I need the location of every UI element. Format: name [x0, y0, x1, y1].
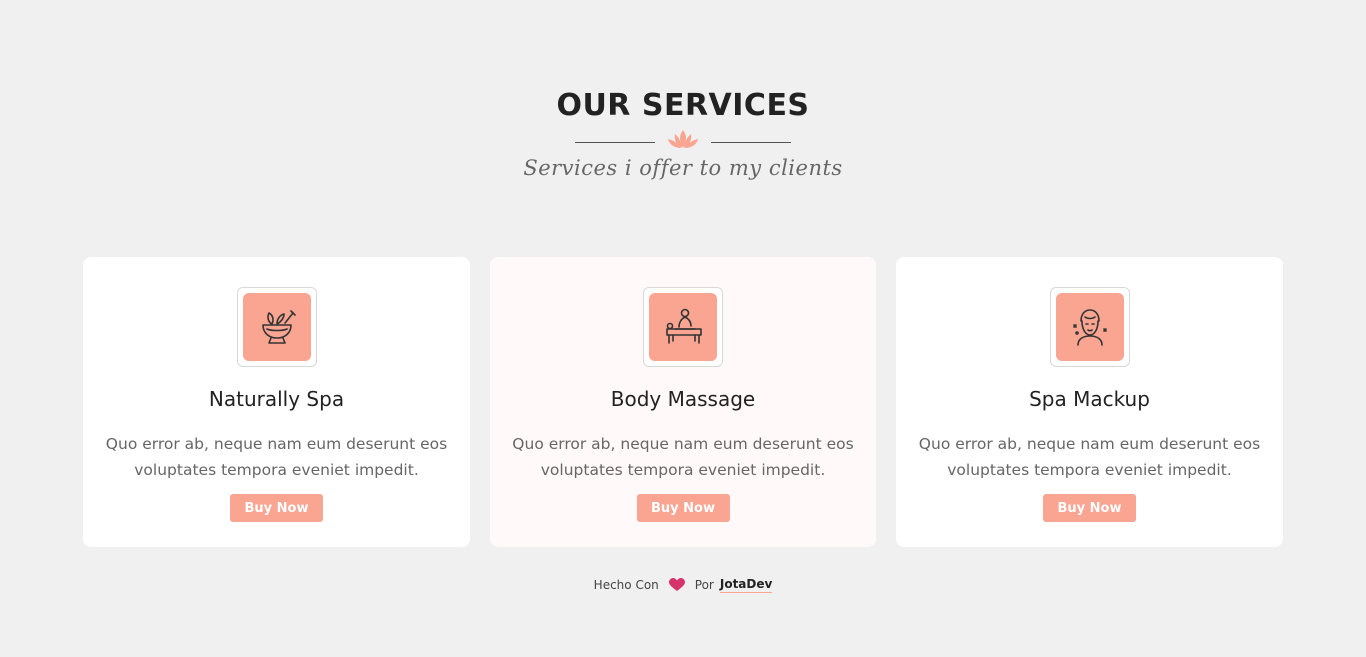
service-card-body-massage: Body Massage Quo error ab, neque nam eum… — [490, 257, 876, 547]
section-subtitle: Services i offer to my clients — [523, 156, 843, 180]
service-icon-frame — [1049, 287, 1130, 367]
heart-icon — [668, 578, 685, 592]
service-title: Naturally Spa — [208, 387, 345, 411]
service-description: Quo error ab, neque nam eum deserunt eos… — [918, 435, 1261, 479]
service-card-naturally-spa: Naturally Spa Quo error ab, neque nam eu… — [83, 257, 470, 547]
section-title: OUR SERVICES — [556, 88, 810, 123]
footer-by: Por — [694, 578, 714, 592]
title-divider — [0, 126, 1366, 152]
section-header: OUR SERVICES Services i offer to my clie… — [0, 86, 1366, 180]
service-description: Quo error ab, neque nam eum deserunt eos… — [512, 435, 854, 479]
service-description: Quo error ab, neque nam eum deserunt eos… — [105, 435, 448, 479]
buy-now-button[interactable]: Buy Now — [230, 494, 323, 522]
face-mask-icon — [1055, 293, 1124, 361]
footer: Hecho Con Por JotaDev — [0, 577, 1366, 593]
services-list: Naturally Spa Quo error ab, neque nam eu… — [83, 257, 1283, 547]
buy-now-button[interactable]: Buy Now — [1043, 494, 1136, 522]
author-link[interactable]: JotaDev — [719, 577, 773, 593]
service-card-spa-mackup: Spa Mackup Quo error ab, neque nam eum d… — [896, 257, 1283, 547]
massage-icon — [649, 293, 717, 361]
service-icon-frame — [643, 287, 723, 367]
service-title: Body Massage — [610, 387, 756, 411]
divider-line-right — [711, 141, 791, 143]
buy-now-button[interactable]: Buy Now — [636, 494, 730, 522]
service-icon-frame — [236, 287, 317, 367]
mortar-herbs-icon — [242, 293, 311, 361]
service-title: Spa Mackup — [1029, 387, 1150, 411]
divider-line-left — [575, 141, 655, 143]
lotus-icon — [665, 128, 701, 150]
footer-made-with: Hecho Con — [593, 578, 659, 592]
